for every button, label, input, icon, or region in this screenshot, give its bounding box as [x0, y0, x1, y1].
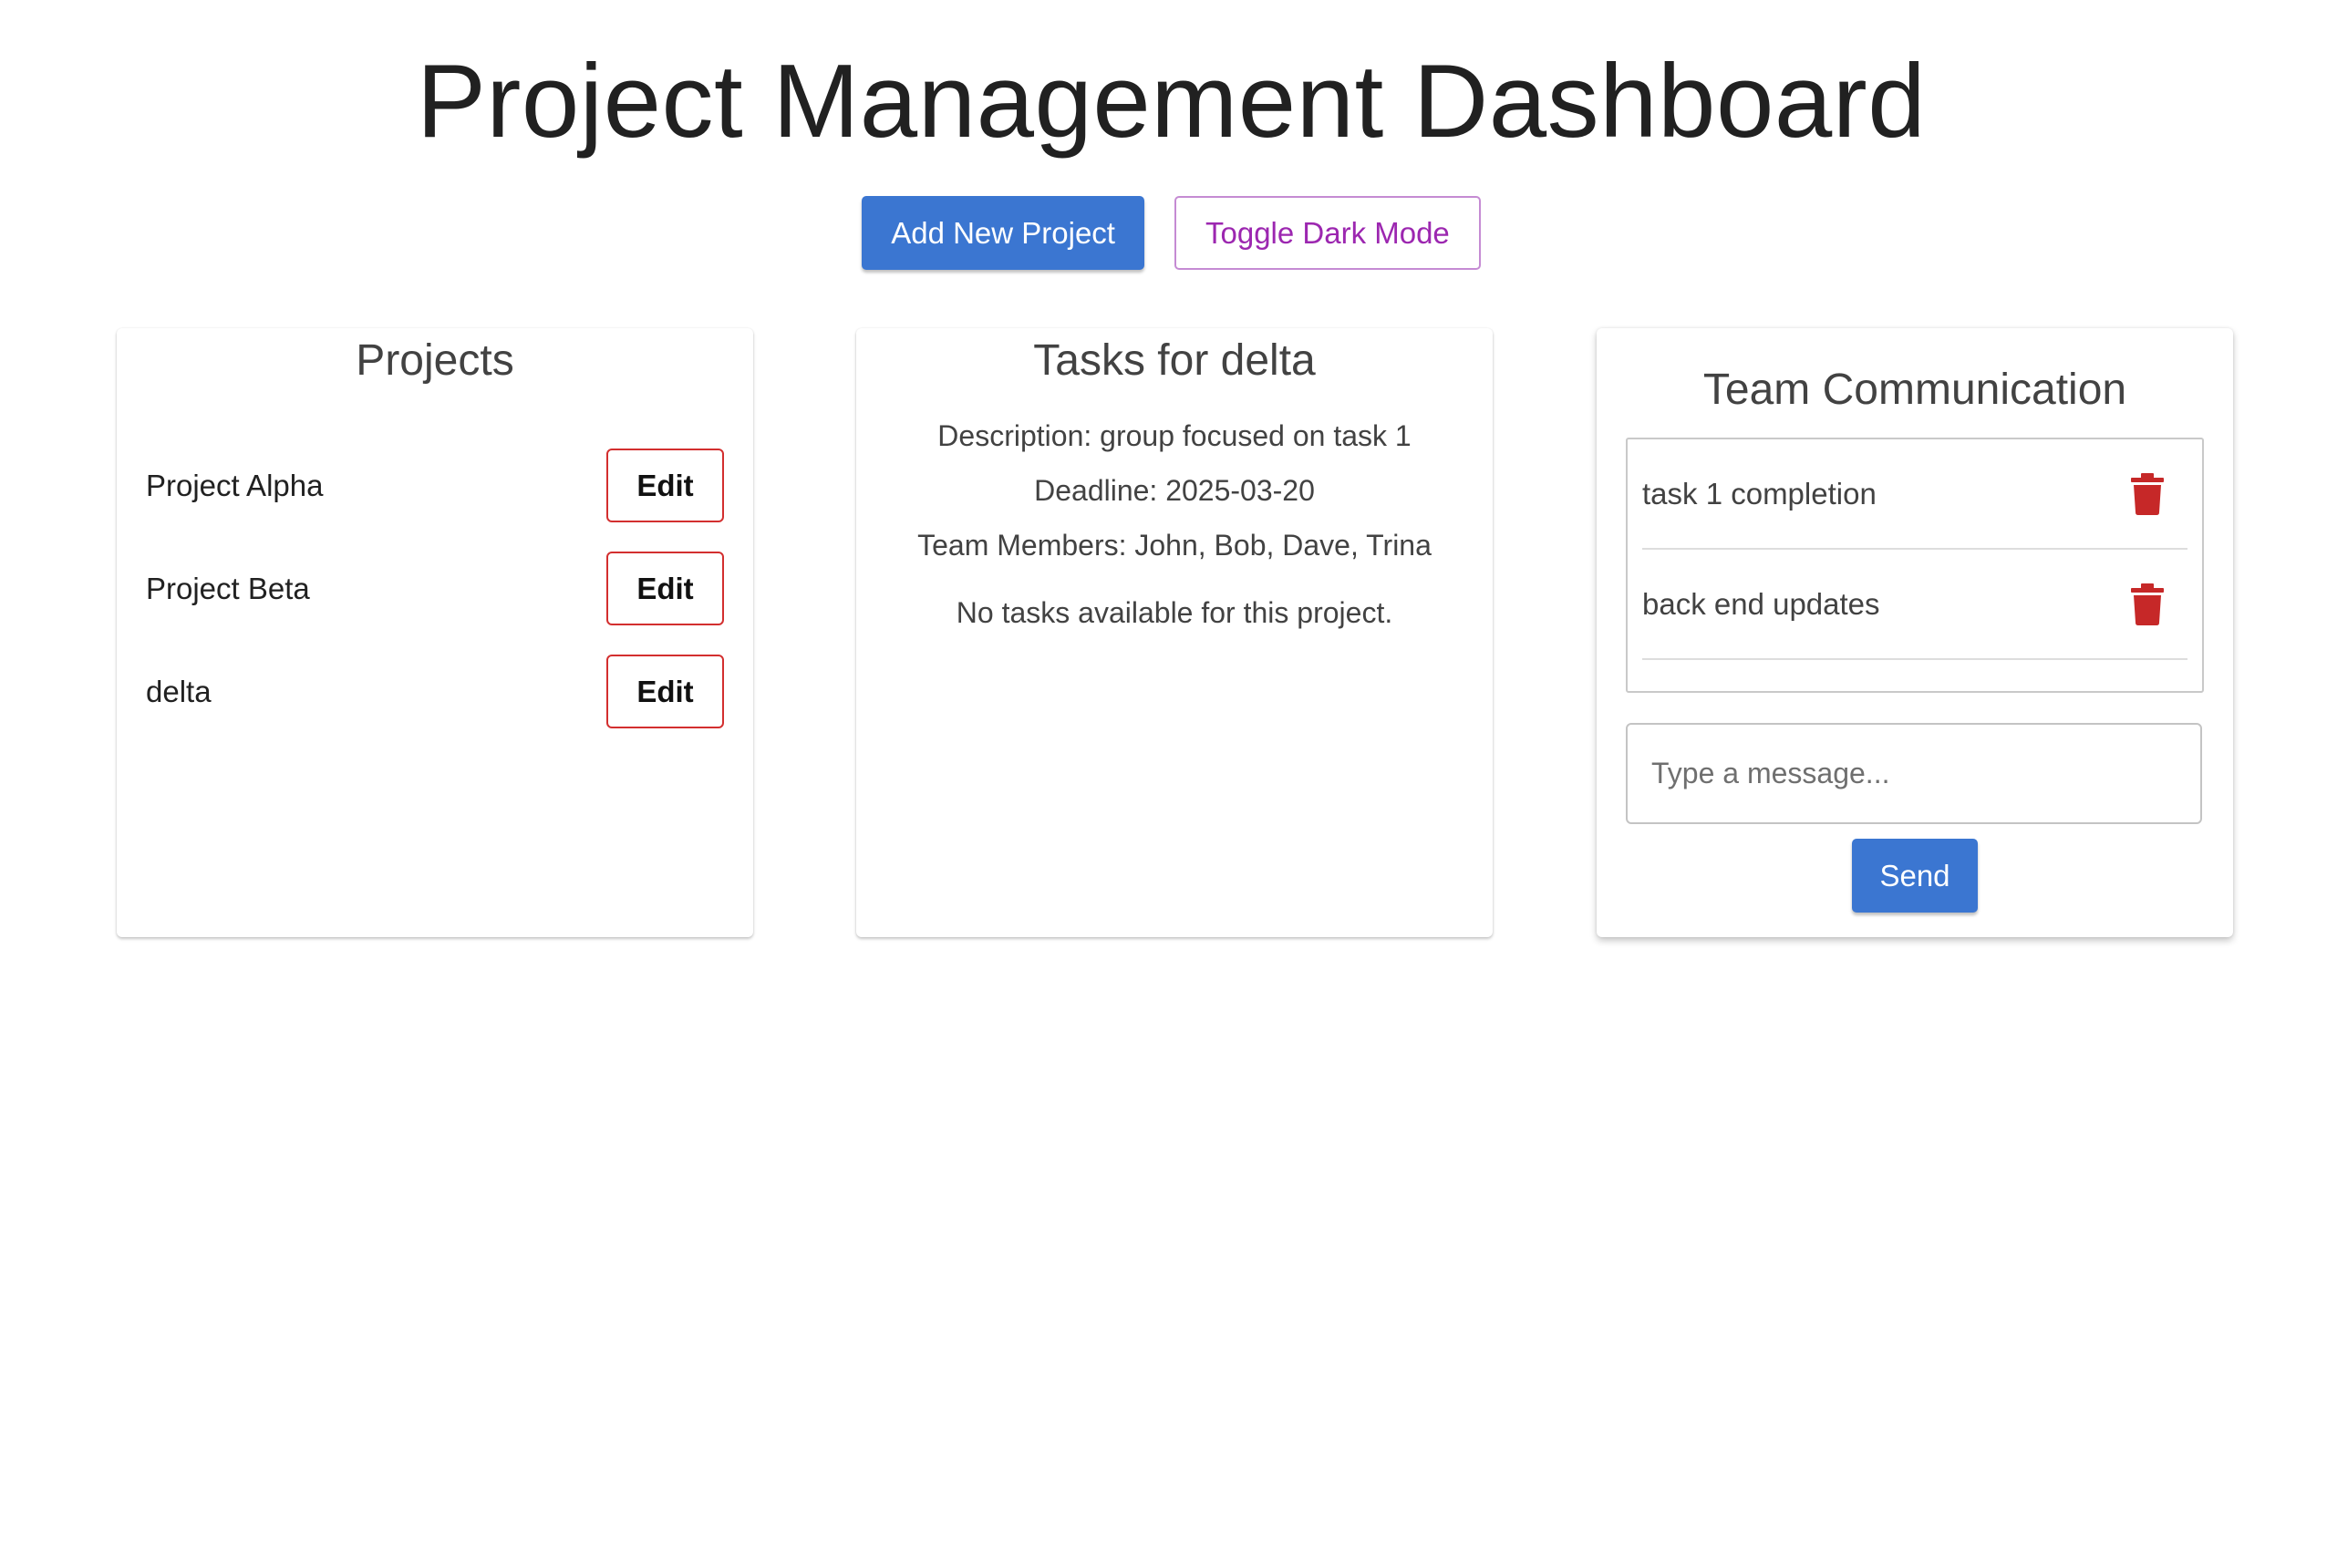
toggle-dark-mode-button[interactable]: Toggle Dark Mode: [1174, 196, 1481, 270]
add-new-project-button[interactable]: Add New Project: [862, 196, 1144, 270]
project-list: Project Alpha Edit Project Beta Edit del…: [117, 434, 753, 743]
no-tasks-message: No tasks available for this project.: [956, 596, 1393, 629]
edit-project-button[interactable]: Edit: [606, 552, 724, 625]
tasks-title: Tasks for delta: [1033, 336, 1316, 385]
team-communication-card: Team Communication task 1 completion bac…: [1597, 328, 2233, 937]
edit-project-button[interactable]: Edit: [606, 655, 724, 728]
project-description: Description: group focused on task 1: [937, 419, 1412, 452]
messages-list[interactable]: task 1 completion back end updates: [1626, 438, 2204, 693]
trash-icon: [2131, 472, 2164, 515]
project-details: Description: group focused on task 1 Dea…: [856, 408, 1493, 640]
page-title: Project Management Dashboard: [416, 44, 1927, 160]
projects-title: Projects: [356, 336, 514, 385]
edit-project-button[interactable]: Edit: [606, 449, 724, 522]
delete-message-button[interactable]: [2120, 467, 2175, 521]
dashboard-page: Project Management Dashboard Add New Pro…: [0, 0, 2327, 1568]
project-name: delta: [146, 674, 212, 708]
project-item[interactable]: Project Alpha Edit: [117, 434, 753, 537]
tasks-card: Tasks for delta Description: group focus…: [856, 328, 1493, 937]
communication-title: Team Communication: [1702, 366, 2127, 414]
trash-icon: [2131, 583, 2164, 625]
project-team-members: Team Members: John, Bob, Dave, Trina: [917, 529, 1432, 562]
top-actions: Add New Project Toggle Dark Mode: [0, 196, 2327, 270]
delete-message-button[interactable]: [2120, 577, 2175, 632]
message-item: back end updates: [1642, 550, 2187, 660]
projects-card: Projects Project Alpha Edit Project Beta…: [117, 328, 753, 937]
send-wrap: Send: [1597, 839, 2233, 913]
message-text: task 1 completion: [1642, 476, 1877, 511]
project-name: Project Beta: [146, 571, 310, 605]
message-input[interactable]: [1626, 723, 2202, 824]
send-button[interactable]: Send: [1852, 839, 1978, 913]
project-name: Project Alpha: [146, 468, 324, 502]
project-item[interactable]: Project Beta Edit: [117, 537, 753, 640]
message-item: task 1 completion: [1642, 439, 2187, 550]
message-text: back end updates: [1642, 586, 1880, 621]
project-item[interactable]: delta Edit: [117, 640, 753, 743]
project-deadline: Deadline: 2025-03-20: [1034, 474, 1315, 507]
